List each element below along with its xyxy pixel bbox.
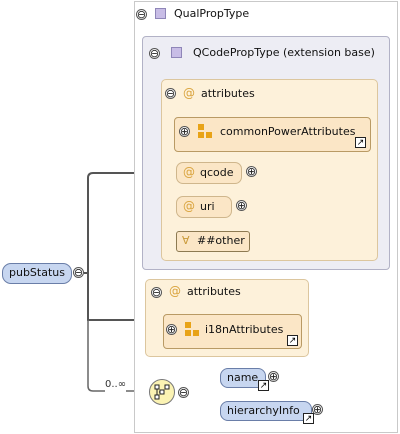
sequence-icon	[154, 384, 170, 400]
attribute-icon: @	[183, 165, 195, 179]
attribute-group-icon	[198, 124, 212, 138]
element-name-label: name	[227, 371, 259, 384]
any-attribute-label: ##other	[197, 234, 245, 247]
expand-qcode-toggle[interactable]: ⊕	[246, 166, 257, 177]
collapse-extension-base-toggle[interactable]: ⊖	[149, 48, 160, 59]
base-attributes-label: attributes	[201, 87, 255, 100]
link-icon[interactable]: ↗	[355, 137, 366, 148]
attribute-icon: @	[183, 199, 195, 213]
attribute-uri-label: uri	[200, 200, 215, 213]
collapse-complex-type-toggle[interactable]: ⊖	[136, 9, 147, 20]
attributes-label: attributes	[187, 285, 241, 298]
collapse-attributes-toggle[interactable]: ⊖	[151, 287, 162, 298]
expand-i18n-toggle[interactable]: ⊕	[166, 324, 177, 335]
link-icon[interactable]: ↗	[287, 335, 298, 346]
i18n-attributes-label: i18nAttributes	[205, 323, 284, 336]
collapse-root-toggle[interactable]: ⊖	[73, 267, 84, 278]
element-hierarchy-info-label: hierarchyInfo	[227, 404, 300, 417]
link-icon[interactable]: ↗	[303, 413, 314, 424]
root-element-label: pubStatus	[9, 266, 65, 279]
complex-type-icon	[155, 8, 166, 19]
link-icon[interactable]: ↗	[258, 380, 269, 391]
cardinality-label: 0..∞	[105, 378, 127, 392]
any-attribute-icon: ∀	[182, 234, 190, 247]
extension-base-name: QCodePropType (extension base)	[193, 46, 375, 59]
expand-uri-toggle[interactable]: ⊕	[236, 200, 247, 211]
complex-type-name: QualPropType	[174, 7, 250, 20]
expand-name-toggle[interactable]: ⊕	[268, 371, 279, 382]
expand-common-power-toggle[interactable]: ⊕	[179, 126, 190, 137]
common-power-attributes-label: commonPowerAttributes	[220, 125, 356, 138]
attribute-icon: @	[169, 284, 181, 298]
attribute-qcode-label: qcode	[200, 166, 234, 179]
attribute-icon: @	[183, 86, 195, 100]
attribute-group-icon	[185, 322, 199, 336]
collapse-sequence-toggle[interactable]: ⊖	[178, 387, 189, 398]
base-type-icon	[171, 47, 182, 58]
collapse-base-attributes-toggle[interactable]: ⊖	[165, 88, 176, 99]
